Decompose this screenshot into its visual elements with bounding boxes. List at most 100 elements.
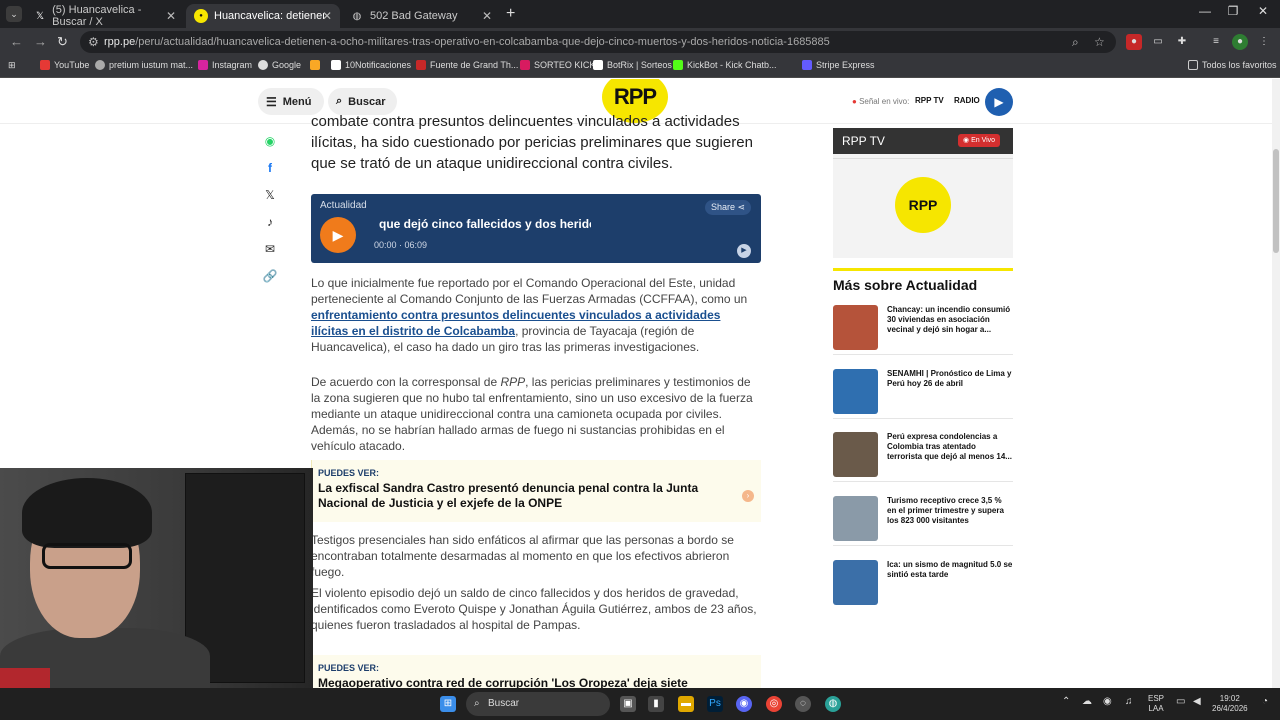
news-item[interactable]: Turismo receptivo crece 3,5 % en el prim… — [833, 494, 1013, 546]
browser-toolbar: ← → ↻ ⚙ rpp.pe/peru/actualidad/huancavel… — [0, 28, 1280, 56]
tray-app-icon[interactable]: ◉ — [1103, 697, 1112, 707]
radio-link[interactable]: RADIO — [954, 96, 980, 105]
tab-rpp-article[interactable]: ● Huancavelica: detienen a ocho ✕ — [186, 4, 340, 28]
bookmark-colorful[interactable] — [310, 60, 324, 70]
x-share-icon[interactable]: 𝕏 — [262, 188, 278, 202]
clock[interactable]: 19:02 26/4/2026 — [1212, 694, 1248, 714]
tab-search-button[interactable]: ⌄ — [6, 6, 22, 22]
video-divider — [833, 158, 1013, 159]
reload-icon[interactable]: ↻ — [57, 34, 68, 50]
network-icon[interactable]: ▭ — [1176, 697, 1185, 707]
app-icon[interactable]: ◌ — [795, 696, 811, 712]
close-window-icon[interactable]: ✕ — [1248, 4, 1278, 18]
zoom-icon[interactable]: ⌕ — [1072, 31, 1079, 53]
tab-strip: ⌄ 𝕏 (5) Huancavelica - Buscar / X ✕ ● Hu… — [0, 0, 1280, 28]
player-share-button[interactable]: Share ⋖ — [705, 200, 751, 215]
microphone-icon[interactable]: ♫ — [1125, 697, 1133, 707]
bookmark-botrix[interactable]: BotRix | Sorteos — [593, 60, 672, 70]
player-next-icon[interactable]: ▶ — [737, 244, 751, 258]
article-lead: combate contra presuntos delincuentes vi… — [311, 113, 753, 172]
extensions-puzzle-icon[interactable]: ✚ — [1174, 34, 1190, 50]
related-article-card[interactable]: PUEDES VER: La exfiscal Sandra Castro pr… — [311, 460, 761, 522]
bookmark-10notificaciones[interactable]: 10Notificaciones — [331, 60, 411, 70]
profile-avatar-icon[interactable]: ● — [1232, 34, 1248, 50]
video-play-logo[interactable]: RPP — [895, 177, 951, 233]
close-tab-icon[interactable]: ✕ — [322, 9, 332, 23]
news-headline: Chancay: un incendio consumió 30 viviend… — [887, 305, 1011, 334]
email-icon[interactable]: ✉ — [262, 242, 278, 256]
language-indicator[interactable]: ESP LAA — [1148, 694, 1164, 714]
forward-arrow-icon[interactable]: → — [34, 34, 47, 49]
task-view-icon[interactable]: ▣ — [620, 696, 636, 712]
minimize-icon[interactable]: — — [1190, 4, 1220, 18]
live-signal-label: ● Señal en vivo: — [852, 97, 910, 106]
scroll-thumb[interactable] — [1273, 149, 1279, 253]
bookmark-sorteo-kick[interactable]: SORTEO KICK — [520, 60, 595, 70]
tv-title: RPP TV — [842, 134, 885, 148]
google-icon — [258, 60, 268, 70]
copy-link-icon[interactable]: 🔗 — [262, 269, 278, 283]
share-icon: ⋖ — [737, 202, 746, 212]
bookmark-pretium[interactable]: pretium iustum mat... — [95, 60, 193, 70]
news-thumbnail — [833, 560, 878, 605]
volume-icon[interactable]: ◀ — [1193, 697, 1201, 707]
extension-icon[interactable]: ● — [1126, 34, 1142, 50]
site-info-icon[interactable]: ⚙ — [88, 31, 99, 53]
news-item[interactable]: Ica: un sismo de magnitud 5.0 se sintió … — [833, 558, 1013, 610]
tab-bad-gateway[interactable]: ◍ 502 Bad Gateway ✕ — [342, 4, 500, 28]
windows-start-icon[interactable]: ⊞ — [440, 696, 456, 712]
file-explorer-icon[interactable]: ▬ — [678, 696, 694, 712]
play-icon: ▶ — [332, 226, 344, 243]
close-tab-icon[interactable]: ✕ — [482, 9, 492, 23]
x-logo-icon: 𝕏 — [36, 10, 45, 22]
news-headline: Turismo receptivo crece 3,5 % en el prim… — [887, 496, 1004, 525]
bookmark-fuente[interactable]: Fuente de Grand Th... — [416, 60, 518, 70]
page-scrollbar[interactable] — [1272, 79, 1280, 688]
search-icon: ⌕ — [336, 95, 343, 107]
taskbar-search[interactable]: ⌕ Buscar — [466, 692, 610, 716]
bookmark-star-icon[interactable]: ☆ — [1094, 31, 1105, 53]
news-item[interactable]: SENAMHI | Pronóstico de Lima y Perú hoy … — [833, 367, 1013, 419]
webcam-person-hair — [22, 478, 152, 548]
tiktok-icon[interactable]: ♪ — [262, 215, 278, 229]
discord-icon[interactable]: ◉ — [736, 696, 752, 712]
bookmark-instagram[interactable]: Instagram — [198, 60, 252, 70]
rpp-tv-widget[interactable]: RPP TV ◉ En Vivo RPP — [833, 128, 1013, 258]
bookmark-stripe[interactable]: Stripe Express — [802, 60, 875, 70]
player-play-button[interactable]: ▶ — [320, 217, 356, 253]
bookmark-kickbot[interactable]: KickBot - Kick Chatb... — [673, 60, 777, 70]
section-accent-bar — [833, 268, 1013, 271]
radio-play-button[interactable]: ▶ — [985, 88, 1013, 116]
app-icon[interactable]: ◍ — [825, 696, 841, 712]
tray-app-icon[interactable]: ☁ — [1082, 697, 1092, 707]
media-control-icon[interactable]: ≡ — [1208, 34, 1224, 50]
whatsapp-icon[interactable]: ◉ — [262, 134, 278, 148]
facebook-icon[interactable]: f — [262, 161, 278, 175]
restore-icon[interactable]: ❐ — [1218, 4, 1248, 18]
bookmark-youtube[interactable]: YouTube — [40, 60, 89, 70]
news-thumbnail — [833, 305, 878, 350]
news-item[interactable]: Chancay: un incendio consumió 30 viviend… — [833, 303, 1013, 355]
apps-grid-icon[interactable]: ⊞ — [8, 60, 16, 71]
bookmark-google[interactable]: Google — [258, 60, 301, 70]
news-headline: Perú expresa condolencias a Colombia tra… — [887, 432, 1012, 461]
address-bar[interactable]: ⚙ rpp.pe/peru/actualidad/huancavelica-de… — [80, 31, 1116, 53]
news-item[interactable]: Perú expresa condolencias a Colombia tra… — [833, 430, 1013, 482]
chrome-icon[interactable]: ◎ — [766, 696, 782, 712]
article-paragraph: De acuerdo con la corresponsal de RPP, l… — [311, 375, 753, 453]
tab-title: 502 Bad Gateway — [370, 10, 458, 22]
tab-x-search[interactable]: 𝕏 (5) Huancavelica - Buscar / X ✕ — [26, 4, 184, 28]
related-article-card[interactable]: PUEDES VER: Megaoperativo contra red de … — [311, 655, 761, 688]
tray-chevron-icon[interactable]: ⌃ — [1062, 697, 1070, 707]
extension-icon[interactable]: ▭ — [1150, 34, 1166, 50]
more-menu-icon[interactable]: ⋮ — [1256, 34, 1272, 50]
close-tab-icon[interactable]: ✕ — [166, 9, 176, 23]
all-favorites-folder[interactable]: Todos los favoritos — [1188, 60, 1277, 70]
app-icon[interactable]: ▮ — [648, 696, 664, 712]
photoshop-icon[interactable]: Ps — [707, 696, 723, 712]
rpp-tv-link[interactable]: RPP TV — [915, 96, 944, 105]
new-tab-button[interactable]: + — [506, 5, 515, 23]
notifications-icon[interactable]: ◔ — [1262, 697, 1268, 707]
back-arrow-icon[interactable]: ← — [10, 34, 23, 49]
kickbot-icon — [673, 60, 683, 70]
